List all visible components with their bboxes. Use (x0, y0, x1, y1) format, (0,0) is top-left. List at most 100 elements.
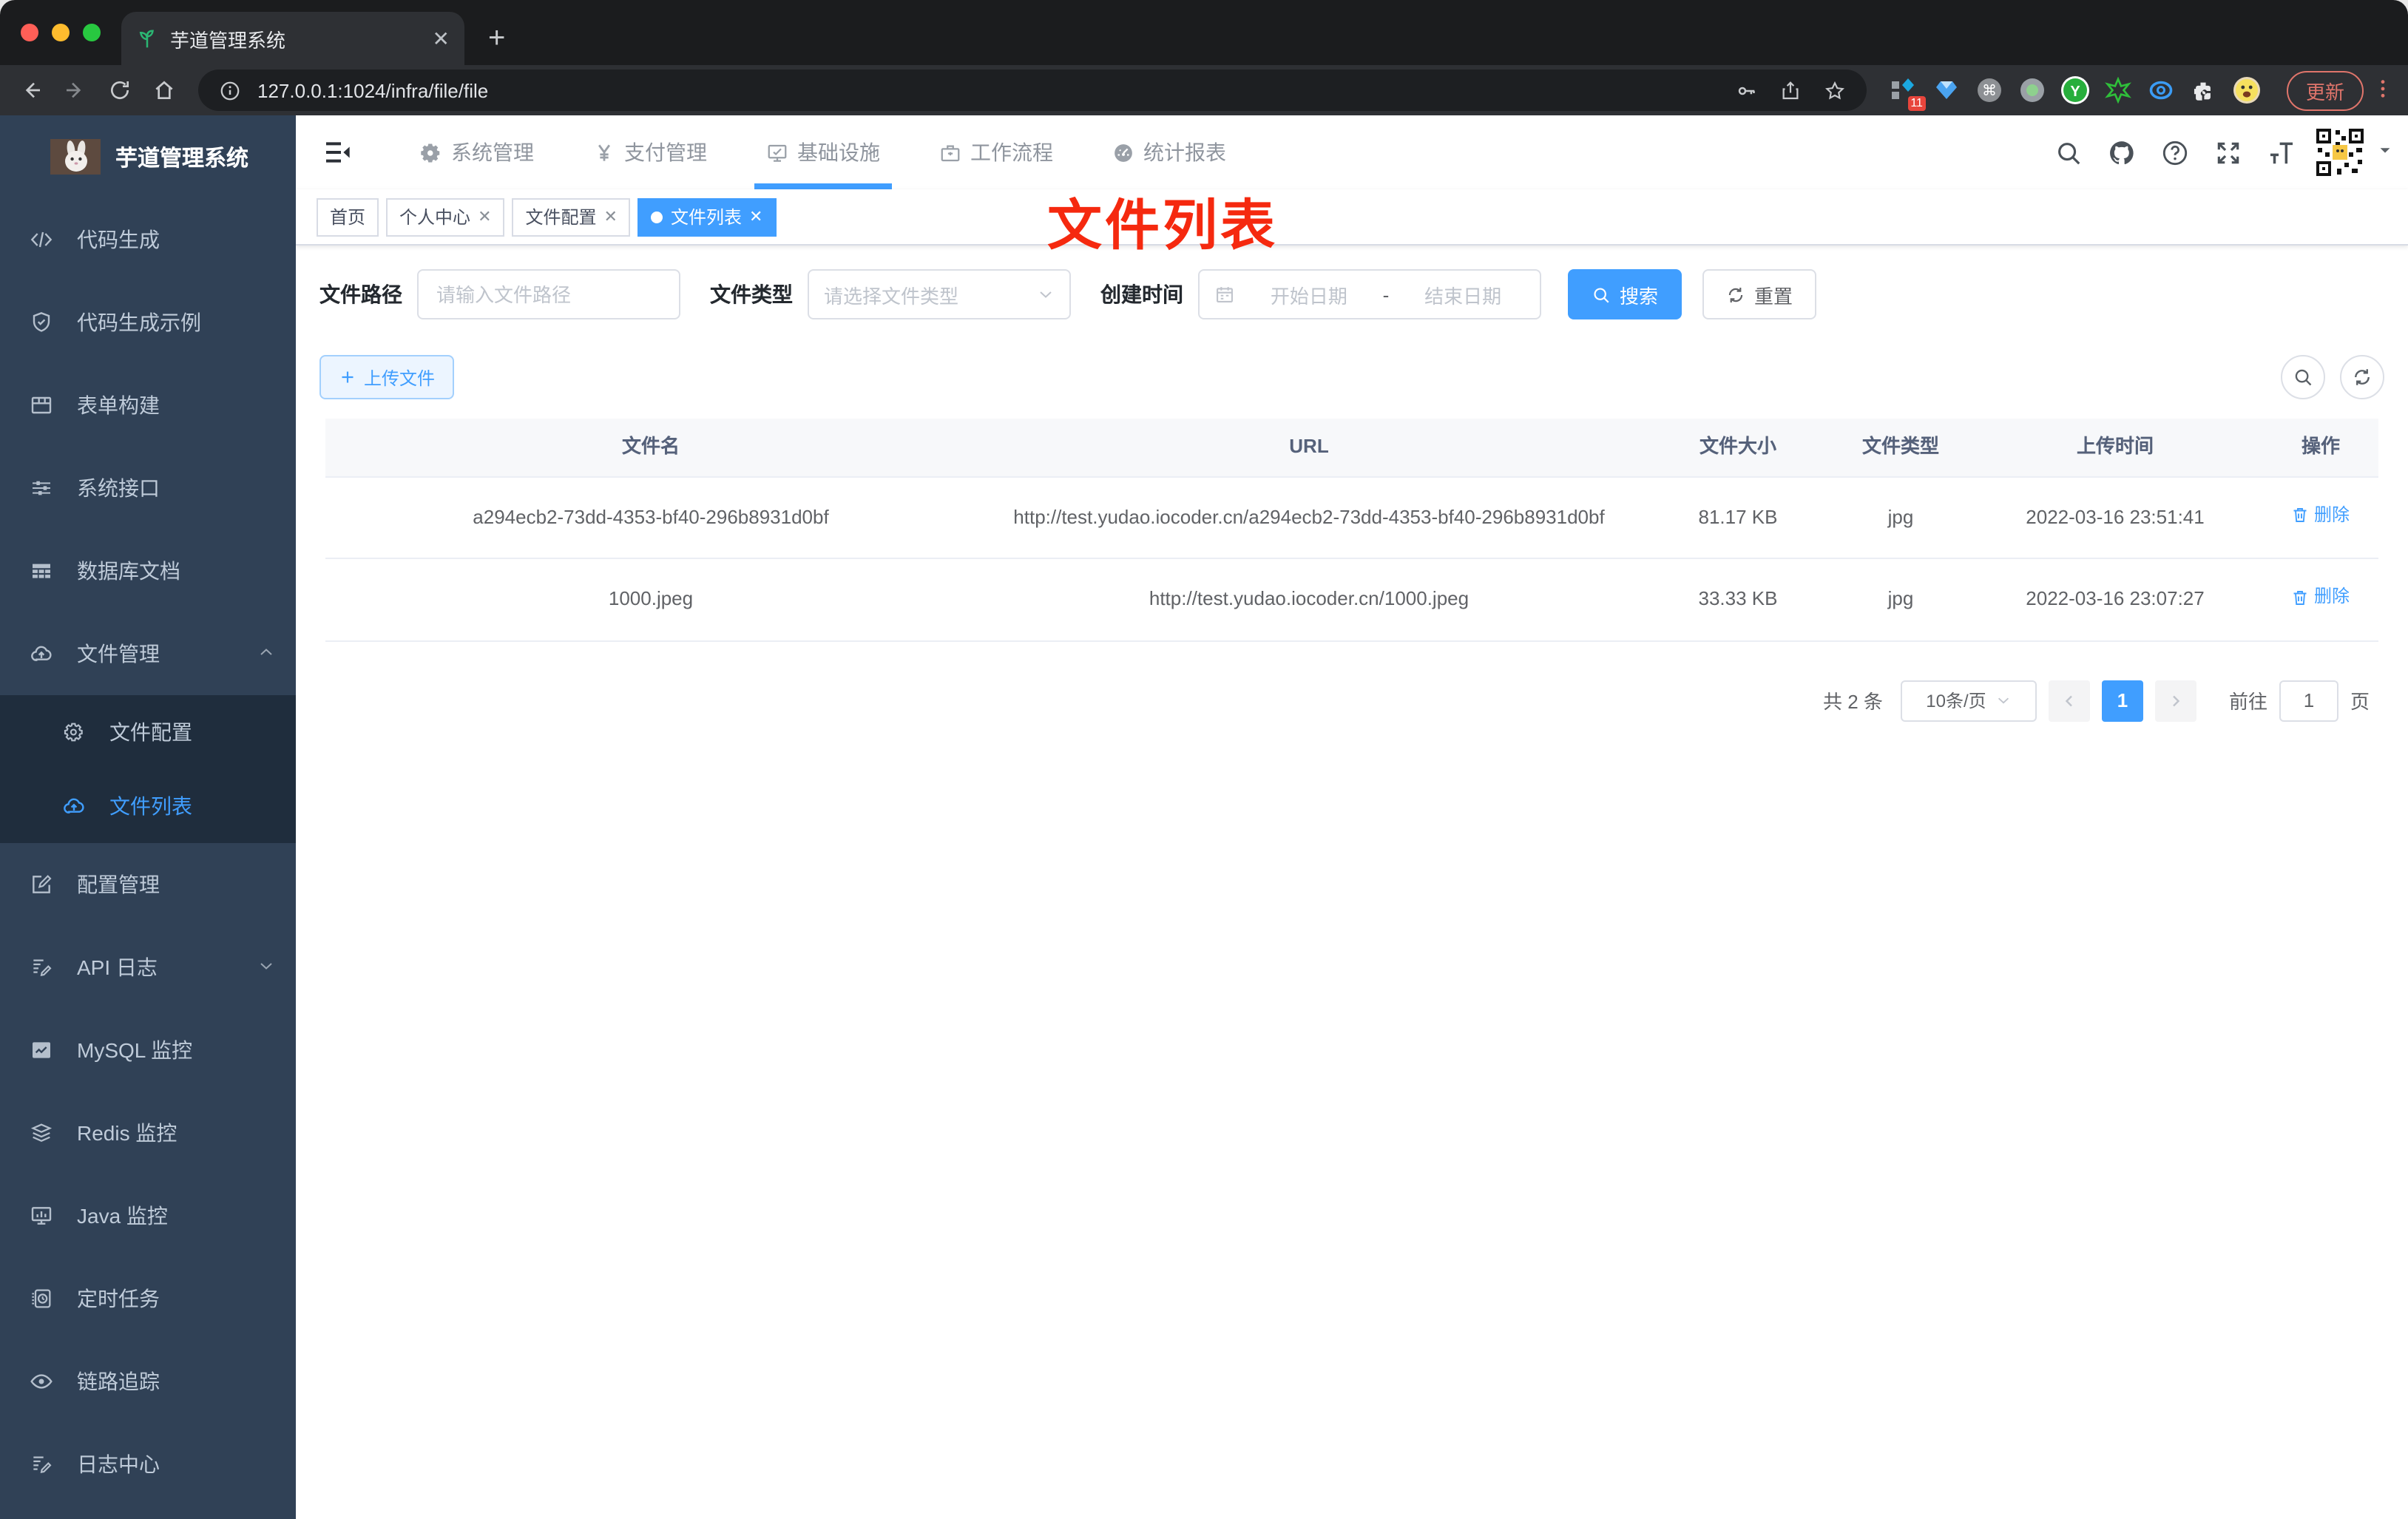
browser-tab[interactable]: 芋道管理系统 ✕ (121, 12, 464, 65)
reset-button[interactable]: 重置 (1702, 269, 1817, 319)
close-window-button[interactable] (21, 24, 38, 41)
sidebar-item-file-list[interactable]: 文件列表 (0, 769, 296, 843)
pagination-total: 共 2 条 (1823, 691, 1883, 714)
nav-label: 支付管理 (624, 141, 707, 164)
tag-file-list[interactable]: 文件列表 ✕ (637, 197, 777, 236)
sidebar-logo[interactable]: 芋道管理系统 (0, 115, 296, 198)
home-button[interactable] (145, 71, 183, 109)
refresh-icon (1726, 285, 1745, 304)
sidebar-collapse-icon[interactable] (317, 132, 358, 173)
fullscreen-icon[interactable] (2205, 130, 2250, 175)
extension-gray-dot-icon[interactable] (2016, 74, 2049, 106)
sidebar-item-config-management[interactable]: 配置管理 (0, 843, 296, 926)
tags-view-bar: 首页 个人中心 ✕ 文件配置 ✕ 文件列表 ✕ (296, 189, 2408, 246)
password-key-icon[interactable] (1731, 74, 1763, 106)
bookmark-star-icon[interactable] (1819, 74, 1852, 106)
sidebar-item-mysql-monitor[interactable]: MySQL 监控 (0, 1009, 296, 1092)
prev-page-button[interactable] (2048, 680, 2090, 722)
close-icon[interactable]: ✕ (478, 207, 491, 226)
delete-button[interactable]: 删除 (2292, 501, 2350, 530)
gear-icon (420, 141, 442, 163)
zoom-window-button[interactable] (83, 24, 101, 41)
address-bar[interactable]: 127.0.0.1:1024/infra/file/file (198, 70, 1867, 111)
minimize-window-button[interactable] (52, 24, 70, 41)
nav-system-management[interactable]: 系统管理 (408, 115, 546, 189)
upload-file-button[interactable]: 上传文件 (319, 355, 455, 399)
sidebar-item-system-api[interactable]: 系统接口 (0, 447, 296, 530)
site-info-icon[interactable] (213, 74, 246, 106)
avatar[interactable] (2312, 124, 2368, 180)
page-size-select[interactable]: 10条/页 (1900, 680, 2037, 722)
sidebar-item-scheduled-tasks[interactable]: 定时任务 (0, 1257, 296, 1340)
sidebar-item-trace[interactable]: 链路追踪 (0, 1340, 296, 1423)
search-button[interactable]: 搜索 (1568, 269, 1682, 319)
nav-workflow[interactable]: 工作流程 (927, 115, 1065, 189)
help-icon[interactable] (2152, 130, 2196, 175)
file-type-select[interactable]: 请选择文件类型 (808, 269, 1071, 319)
delete-button[interactable]: 删除 (2292, 583, 2350, 611)
sidebar-item-code-example[interactable]: 代码生成示例 (0, 281, 296, 364)
share-icon[interactable] (1775, 74, 1807, 106)
font-size-icon[interactable] (2259, 130, 2303, 175)
nav-label: 统计报表 (1143, 141, 1226, 164)
tag-file-config[interactable]: 文件配置 ✕ (512, 197, 631, 236)
sidebar-item-api-log[interactable]: API 日志 (0, 926, 296, 1009)
file-path-input[interactable] (417, 269, 680, 319)
goto-page-input[interactable] (2279, 680, 2338, 722)
sidebar-item-java-monitor[interactable]: Java 监控 (0, 1174, 296, 1257)
column-header-size: 文件大小 (1699, 435, 1776, 457)
table-row: 1000.jpeg http://test.yudao.iocoder.cn/1… (325, 559, 2378, 642)
toggle-search-button[interactable] (2281, 355, 2325, 399)
start-date-placeholder[interactable]: 开始日期 (1247, 280, 1371, 308)
sidebar-item-file-management[interactable]: 文件管理 (0, 612, 296, 695)
sidebar-item-form-builder[interactable]: 表单构建 (0, 364, 296, 447)
search-icon[interactable] (2046, 130, 2090, 175)
extension-gem-icon[interactable] (1930, 74, 1963, 106)
browser-menu-icon[interactable] (2370, 76, 2396, 104)
extension-grid-icon[interactable]: 11 (1887, 74, 1926, 111)
back-button[interactable] (12, 71, 50, 109)
tag-profile[interactable]: 个人中心 ✕ (386, 197, 505, 236)
extension-eye-icon[interactable] (2145, 74, 2177, 106)
forward-button[interactable] (56, 71, 95, 109)
sidebar-item-db-doc[interactable]: 数据库文档 (0, 530, 296, 612)
sidebar-item-log-center[interactable]: 日志中心 (0, 1423, 296, 1506)
extension-command-icon[interactable]: ⌘ (1973, 74, 2006, 106)
close-icon[interactable]: ✕ (749, 207, 762, 226)
cell-time: 2022-03-16 23:07:27 (2026, 586, 2205, 609)
extension-y-icon[interactable]: Y (2059, 74, 2091, 106)
nav-infrastructure[interactable]: 基础设施 (754, 115, 892, 189)
tag-home[interactable]: 首页 (317, 197, 379, 236)
sidebar-item-code-generation[interactable]: 代码生成 (0, 198, 296, 281)
nav-statistics[interactable]: 统计报表 (1100, 115, 1238, 189)
sidebar-item-file-config[interactable]: 文件配置 (0, 695, 296, 769)
url-text[interactable]: 127.0.0.1:1024/infra/file/file (257, 79, 1719, 101)
reload-button[interactable] (101, 71, 139, 109)
next-page-button[interactable] (2154, 680, 2196, 722)
date-range-picker[interactable]: 开始日期 - 结束日期 (1198, 269, 1541, 319)
trash-icon (2292, 507, 2310, 524)
file-type-label: 文件类型 (710, 283, 793, 306)
extension-star-icon[interactable] (2102, 74, 2134, 106)
github-icon[interactable] (2099, 130, 2143, 175)
browser-update-button[interactable]: 更新 (2286, 70, 2364, 110)
edit-square-icon (30, 873, 53, 896)
page-number-button[interactable]: 1 (2101, 680, 2143, 722)
timer-doc-icon (30, 1287, 53, 1310)
sidebar-item-redis-monitor[interactable]: Redis 监控 (0, 1092, 296, 1174)
tag-label: 文件配置 (525, 207, 597, 228)
date-separator: - (1382, 283, 1390, 305)
end-date-placeholder[interactable]: 结束日期 (1401, 280, 1525, 308)
new-tab-button[interactable]: + (488, 12, 505, 65)
caret-down-icon[interactable] (2377, 139, 2393, 166)
close-icon[interactable]: ✕ (604, 207, 618, 226)
doc-edit-icon (30, 955, 53, 979)
select-placeholder: 请选择文件类型 (824, 285, 959, 307)
tab-close-icon[interactable]: ✕ (433, 26, 450, 51)
nav-label: 工作流程 (970, 141, 1053, 164)
extensions-puzzle-icon[interactable] (2188, 74, 2220, 106)
delete-label: 删除 (2313, 504, 2350, 525)
profile-emoji-icon[interactable] (2231, 74, 2263, 106)
refresh-table-button[interactable] (2340, 355, 2384, 399)
nav-payment-management[interactable]: 支付管理 (581, 115, 719, 189)
